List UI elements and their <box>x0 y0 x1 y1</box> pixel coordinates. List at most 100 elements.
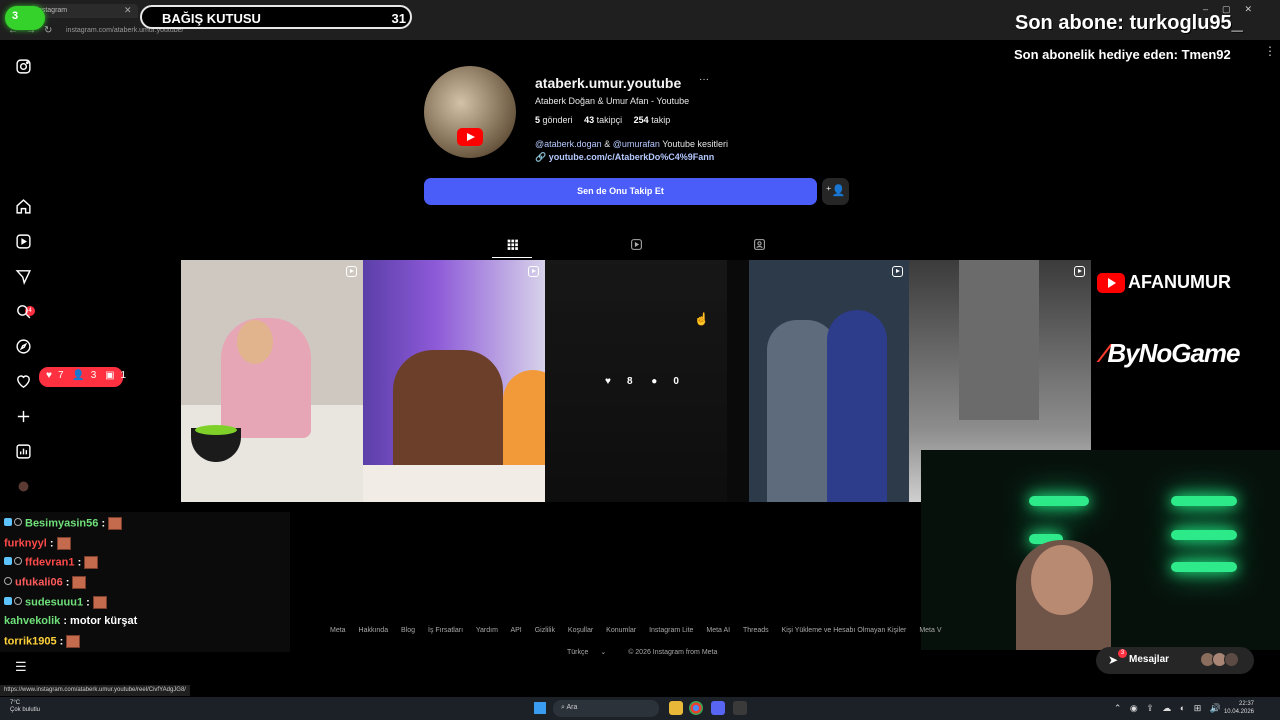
search-icon[interactable] <box>14 303 32 321</box>
youtube-logo-icon <box>457 128 483 146</box>
donation-count: 31 <box>391 11 406 26</box>
create-icon[interactable] <box>14 408 32 426</box>
footer-link[interactable]: Gizlilik <box>535 627 555 634</box>
dashboard-icon[interactable] <box>14 443 32 461</box>
weather-temp: 7°C <box>10 700 21 706</box>
emote-icon <box>92 596 107 609</box>
reel-icon <box>1074 266 1085 277</box>
explore-icon[interactable] <box>14 338 32 356</box>
footer-link[interactable]: Koşullar <box>568 627 593 634</box>
afanumur-logo: AFANUMUR <box>1097 272 1231 294</box>
follows-count: 3 <box>90 370 97 381</box>
more-options-icon[interactable]: ··· <box>699 74 709 85</box>
windows-taskbar: 7°C Çok bulutlu ⌕ Ara ⌃ ◉ ⇪ ☁ ◐ ⊞ 🔊 22:37… <box>0 697 1280 720</box>
instagram-logo-icon[interactable] <box>14 58 32 76</box>
tab-reels[interactable] <box>616 236 656 258</box>
post-thumbnail-2[interactable] <box>363 260 545 502</box>
close-tab-icon[interactable]: ✕ <box>124 5 132 16</box>
more-menu-icon[interactable]: ☰ <box>15 659 29 674</box>
green-counter-overlay: 3 <box>5 6 45 30</box>
footer-link[interactable]: Meta <box>330 627 346 634</box>
footer-link[interactable]: API <box>510 627 521 634</box>
weather-widget[interactable]: 7°C Çok bulutlu <box>10 700 40 714</box>
windows-start-icon[interactable] <box>534 702 546 714</box>
comment-icon: ● <box>651 376 658 387</box>
footer-link[interactable]: Yardım <box>476 627 498 634</box>
footer-link[interactable]: Meta V <box>919 627 941 634</box>
system-tray[interactable]: ⌃ ◉ ⇪ ☁ ◐ ⊞ 🔊 <box>1114 703 1224 714</box>
chat-message: sudesuuu1 : <box>4 596 107 609</box>
badge-icon <box>14 597 22 606</box>
language-value: Türkçe <box>567 649 589 656</box>
tags-icon: ▣ <box>105 370 115 381</box>
bio-mention-ataberk[interactable]: @ataberk.dogan <box>535 139 602 149</box>
clock-date: 10.04.2026 <box>1223 709 1254 715</box>
status-bar-url: https://www.instagram.com/ataberk.umur.y… <box>0 685 190 696</box>
heart-icon: ♥ <box>605 376 611 387</box>
notifications-heart-icon[interactable] <box>14 373 32 391</box>
green-counter-value: 3 <box>12 10 19 22</box>
follows-icon: 👤 <box>72 370 85 381</box>
profile-tabs <box>420 236 840 258</box>
chat-message: ffdevran1 : <box>4 556 99 569</box>
messages-label: Mesajlar <box>1129 654 1170 665</box>
footer-link[interactable]: Meta AI <box>706 627 730 634</box>
profile-bio: @ataberk.dogan & @umurafan Youtube kesit… <box>535 139 728 149</box>
badge-icon <box>14 557 22 566</box>
footer-link[interactable]: Konumlar <box>606 627 636 634</box>
footer-link[interactable]: Instagram Lite <box>649 627 693 634</box>
chat-message: torrik1905 : <box>4 635 81 648</box>
post-thumbnail-1[interactable] <box>181 260 363 502</box>
footer-link[interactable]: Threads <box>743 627 769 634</box>
last-gift-sub: Son abonelik hediye eden: Tmen92 <box>1014 47 1231 62</box>
followers-label: takipçi <box>596 115 623 125</box>
chrome-icon[interactable] <box>689 701 703 715</box>
likes-icon: ♥ <box>46 370 52 381</box>
taskbar-search[interactable]: ⌕ Ara <box>553 700 659 717</box>
afanumur-text: AFANUMUR <box>1128 272 1231 292</box>
footer-link[interactable]: Blog <box>401 627 415 634</box>
suggested-users-button[interactable]: ⁺👤 <box>822 178 849 205</box>
language-select[interactable]: Türkçe ⌄ <box>567 649 616 656</box>
chat-message: ufukali06 : <box>4 576 87 589</box>
follow-button[interactable]: Sen de Onu Takip Et <box>424 178 817 205</box>
profile-avatar-icon[interactable] <box>14 478 32 496</box>
file-explorer-icon[interactable] <box>669 701 683 715</box>
clock-time: 22:37 <box>1238 701 1254 707</box>
link-icon: 🔗 <box>535 152 547 162</box>
emote-icon <box>108 517 123 530</box>
taskbar-clock[interactable]: 22:37 10.04.2026 <box>1224 700 1254 716</box>
footer-link[interactable]: Hakkında <box>359 627 389 634</box>
following-stat[interactable]: 254 takip <box>634 115 671 125</box>
tab-tagged[interactable] <box>739 236 779 258</box>
footer-link[interactable]: İş Fırsatları <box>428 627 463 634</box>
footer-link[interactable]: Kişi Yükleme ve Hesabı Olmayan Kişiler <box>782 627 907 634</box>
post-thumbnail-4[interactable] <box>727 260 909 502</box>
bio-ampersand: & <box>604 139 611 149</box>
post-thumbnail-3[interactable]: ♥ 8 ● 0 <box>545 260 727 502</box>
stream-chat: Besimyasin56 : furknyyl : ffdevran1 : uf… <box>0 512 290 652</box>
badge-icon <box>4 597 12 606</box>
emote-icon <box>84 556 99 569</box>
chat-username: ffdevran1 <box>25 556 75 569</box>
browser-menu-icon[interactable]: ⋮ <box>1264 44 1276 58</box>
app-icon[interactable] <box>733 701 747 715</box>
following-count: 254 <box>633 115 649 125</box>
profile-avatar[interactable] <box>424 66 516 158</box>
browser-tab[interactable]: Instagram <box>30 4 138 18</box>
home-icon[interactable] <box>14 198 32 216</box>
followers-stat[interactable]: 43 takipçi <box>584 115 622 125</box>
direct-messages-icon[interactable] <box>14 268 32 286</box>
bio-mention-umur[interactable]: @umurafan <box>613 139 660 149</box>
post-comments-count: 0 <box>673 376 679 387</box>
activity-notification-pill[interactable]: ♥ 7 👤 3 ▣ 1 <box>39 367 126 387</box>
discord-icon[interactable] <box>711 701 725 715</box>
tab-posts-grid[interactable] <box>492 236 532 258</box>
profile-stats: 5 gönderi 43 takipçi 254 takip <box>535 115 679 125</box>
messages-button[interactable]: ➤ 3 Mesajlar <box>1096 647 1254 674</box>
posts-count: 5 <box>535 115 541 125</box>
emote-icon <box>72 576 87 589</box>
donation-bar: BAĞIŞ KUTUSU 31 <box>140 5 412 29</box>
profile-external-link[interactable]: 🔗 youtube.com/c/AtaberkDo%C4%9Fann <box>535 152 714 163</box>
reels-icon[interactable] <box>14 233 32 251</box>
